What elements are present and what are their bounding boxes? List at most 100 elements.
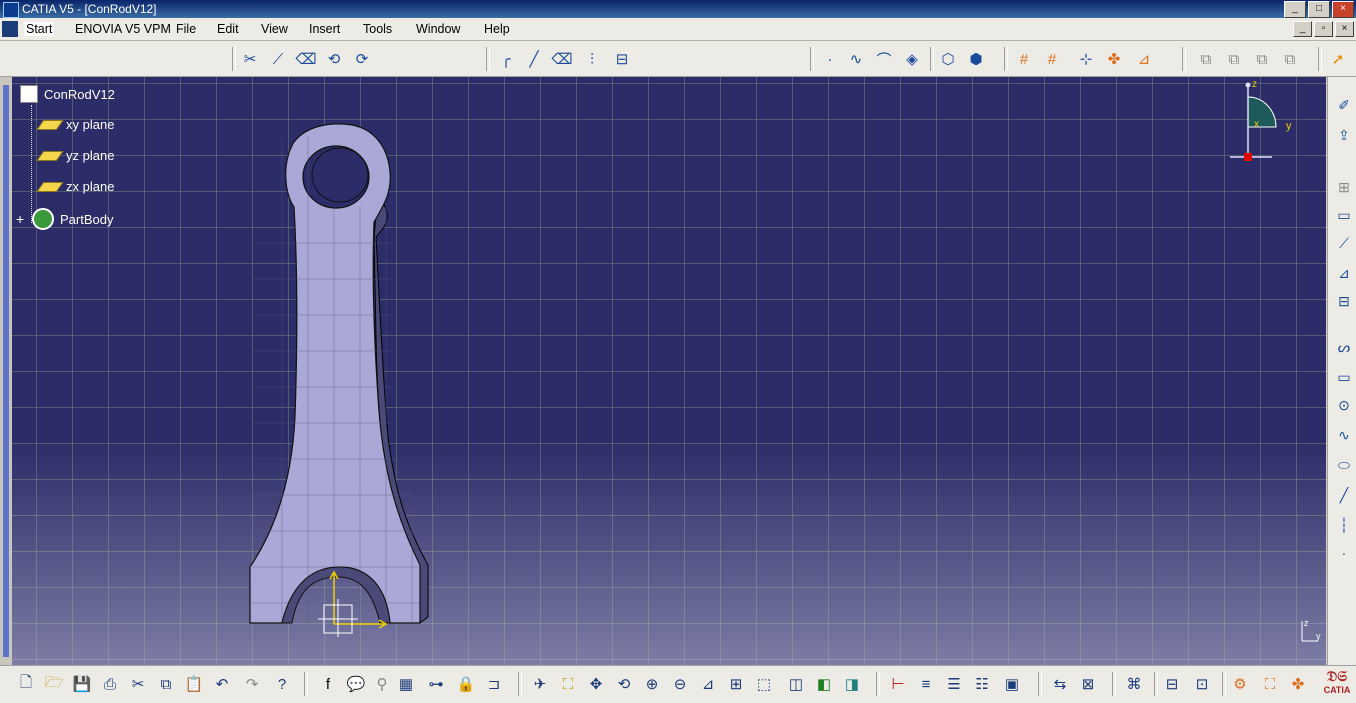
3d-viewport[interactable]: ConRodV12 xy plane yz plane zx plane + P… [12, 77, 1326, 665]
connecting-rod-part[interactable] [12, 77, 1326, 665]
point-icon[interactable]: · [820, 49, 840, 69]
paste-icon[interactable]: 📋 [184, 674, 204, 694]
render-icon[interactable]: ◨ [842, 674, 862, 694]
publish-icon[interactable]: ⊐ [484, 674, 504, 694]
menu-insert[interactable]: Insert [309, 22, 340, 36]
menu-window[interactable]: Window [416, 22, 460, 36]
fly-icon[interactable]: ✈ [530, 674, 550, 694]
construction-icon[interactable]: ⊹ [1076, 49, 1096, 69]
project-icon[interactable]: ⊟ [612, 49, 632, 69]
tree-icon[interactable]: ⊶ [426, 674, 446, 694]
measure-icon[interactable]: ⊢ [888, 674, 908, 694]
doc-restore-button[interactable]: ▫ [1314, 21, 1333, 37]
spline-icon[interactable]: ∿ [846, 49, 866, 69]
compass-widget[interactable]: z x y [1226, 81, 1306, 161]
profile-icon[interactable]: ⊞ [1334, 177, 1354, 197]
orange-tool-icon[interactable]: ⚙ [1230, 674, 1250, 694]
properties-icon[interactable]: ☰ [944, 674, 964, 694]
exit-icon[interactable]: ⇪ [1334, 125, 1354, 145]
select-arrow-icon[interactable]: ➚ [1328, 49, 1348, 69]
circle-icon[interactable]: ⊙ [1334, 395, 1354, 415]
menu-tools[interactable]: Tools [363, 22, 392, 36]
profile-2-icon[interactable]: ᔕ [1334, 337, 1354, 357]
orange-tool-3-icon[interactable]: ✤ [1288, 674, 1308, 694]
open-icon[interactable]: 🗁 [44, 674, 64, 694]
menu-edit[interactable]: Edit [217, 22, 239, 36]
orange-tool-2-icon[interactable]: ⛶ [1260, 674, 1280, 694]
mirror-icon[interactable]: ⫶ [582, 49, 602, 69]
normal-view-icon[interactable]: ⊿ [698, 674, 718, 694]
measure-item-icon[interactable]: ≡ [916, 674, 936, 694]
swap-icon[interactable]: ◧ [814, 674, 834, 694]
dimension-icon[interactable]: ⊿ [1134, 49, 1154, 69]
menu-file[interactable]: File [176, 22, 196, 36]
rotate-icon[interactable]: ⟲ [614, 674, 634, 694]
copy-icon[interactable]: ⧉ [156, 674, 176, 694]
cut-icon[interactable]: ✂ [128, 674, 148, 694]
undo-icon[interactable]: ↶ [212, 674, 232, 694]
menu-enovia[interactable]: ENOVIA V5 VPM [75, 22, 171, 36]
ellipse-icon[interactable]: ⬭ [1334, 455, 1354, 475]
help-icon[interactable]: ? [272, 674, 292, 694]
minimize-button[interactable]: _ [1284, 1, 1306, 18]
zoom-in-icon[interactable]: ⊕ [642, 674, 662, 694]
formula-icon[interactable]: f [318, 674, 338, 694]
zoom-out-icon[interactable]: ⊖ [670, 674, 690, 694]
arc-icon[interactable]: ⌒ [874, 49, 894, 69]
annotation-icon[interactable]: ⊟ [1162, 674, 1182, 694]
sketch-icon[interactable]: ⬡ [938, 49, 958, 69]
assembly-icon[interactable]: ⧉ [1280, 49, 1300, 69]
trim-icon[interactable]: ⟋ [268, 49, 288, 69]
maximize-button[interactable]: □ [1308, 1, 1330, 18]
chamfer-icon[interactable]: ╱ [524, 49, 544, 69]
multi-view-icon[interactable]: ⊞ [726, 674, 746, 694]
iso-view-icon[interactable]: ⬚ [754, 674, 774, 694]
new-icon[interactable]: 🗋 [16, 674, 36, 694]
corner-icon[interactable]: ╭ [496, 49, 516, 69]
line-icon[interactable]: ⟋ [1334, 233, 1354, 253]
redo-icon[interactable]: ↷ [242, 674, 262, 694]
analysis-icon[interactable]: ⧉ [1196, 49, 1216, 69]
document-icon[interactable] [2, 21, 18, 37]
exit-sketch-icon[interactable]: ⬢ [966, 49, 986, 69]
part-icon[interactable]: ⧉ [1224, 49, 1244, 69]
auto-constraint-icon[interactable]: ⟳ [352, 49, 372, 69]
eraser-2-icon[interactable]: ⌫ [551, 49, 572, 69]
left-scrollbar[interactable] [0, 77, 12, 665]
parameters-icon[interactable]: ☷ [972, 674, 992, 694]
close-button[interactable]: × [1332, 1, 1354, 18]
eraser-icon[interactable]: ⌫ [295, 49, 316, 69]
snap-icon[interactable]: # [1042, 49, 1062, 69]
menu-view[interactable]: View [261, 22, 288, 36]
point-icon[interactable]: · [1334, 543, 1354, 563]
print-icon[interactable]: ⎙ [100, 674, 120, 694]
constraint-icon[interactable]: ⟲ [324, 49, 344, 69]
fit-all-icon[interactable]: ⛶ [558, 674, 578, 694]
grid-icon[interactable]: # [1014, 49, 1034, 69]
save-icon[interactable]: 💾 [72, 674, 92, 694]
spline-icon[interactable]: ∿ [1334, 425, 1354, 445]
menu-start[interactable]: Start [24, 22, 55, 36]
rectangle-icon[interactable]: ▭ [1334, 205, 1354, 225]
sketcher-icon[interactable]: ✐ [1334, 95, 1354, 115]
catalog-icon[interactable]: ▣ [1002, 674, 1022, 694]
pad-sketch-icon[interactable]: ◈ [902, 49, 922, 69]
comment-icon[interactable]: 💬 [346, 674, 366, 694]
geometry-icon[interactable]: ✤ [1104, 49, 1124, 69]
product-icon[interactable]: ⧉ [1252, 49, 1272, 69]
clash-icon[interactable]: ⊠ [1078, 674, 1098, 694]
capture-icon[interactable]: ⊡ [1192, 674, 1212, 694]
cut-icon[interactable]: ✂ [240, 49, 260, 69]
section-icon[interactable]: ⌘ [1124, 674, 1144, 694]
table-icon[interactable]: ▦ [396, 674, 416, 694]
hide-show-icon[interactable]: ◫ [786, 674, 806, 694]
rectangle-2-icon[interactable]: ▭ [1334, 367, 1354, 387]
knowledge-icon[interactable]: ⚲ [372, 674, 392, 694]
lock-icon[interactable]: 🔒 [456, 674, 476, 694]
axis-icon[interactable]: ┆ [1334, 515, 1354, 535]
doc-close-button[interactable]: × [1335, 21, 1354, 37]
align-icon[interactable]: ⇆ [1050, 674, 1070, 694]
dimension-icon[interactable]: ⊿ [1334, 263, 1354, 283]
menu-help[interactable]: Help [484, 22, 510, 36]
line-2-icon[interactable]: ╱ [1334, 485, 1354, 505]
